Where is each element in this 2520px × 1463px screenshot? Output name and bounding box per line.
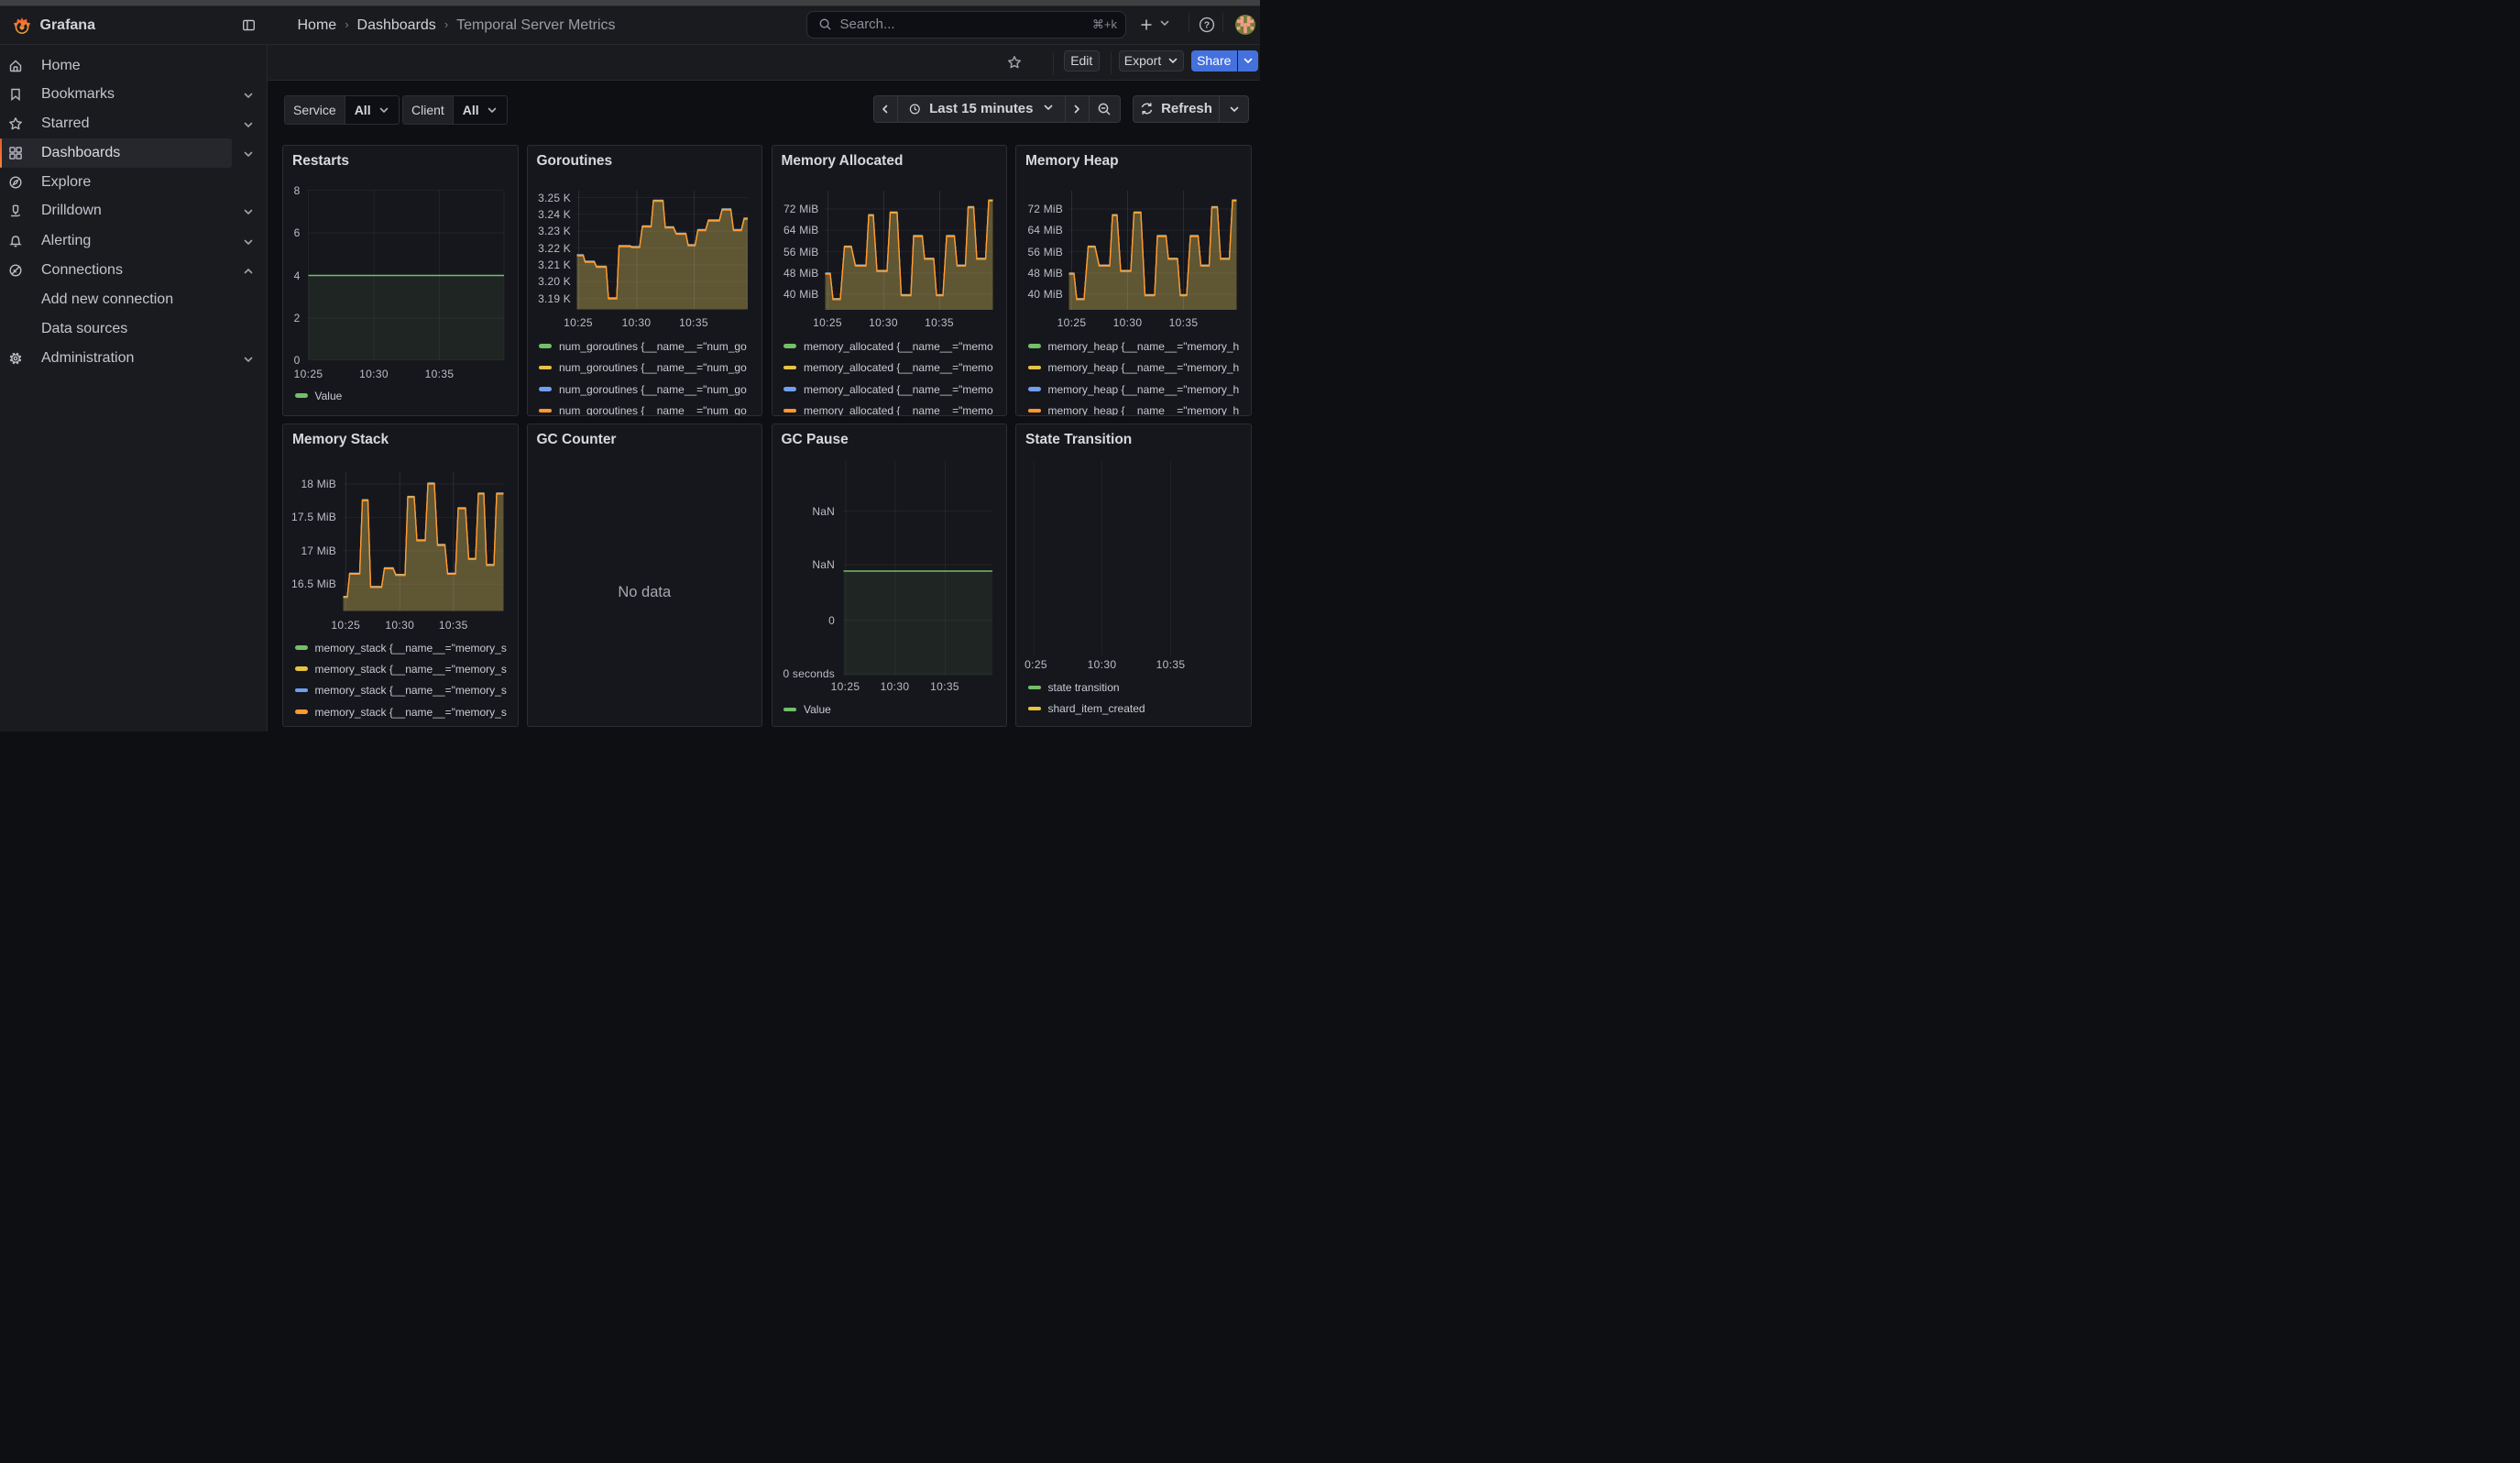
svg-text:?: ?: [1204, 20, 1210, 31]
